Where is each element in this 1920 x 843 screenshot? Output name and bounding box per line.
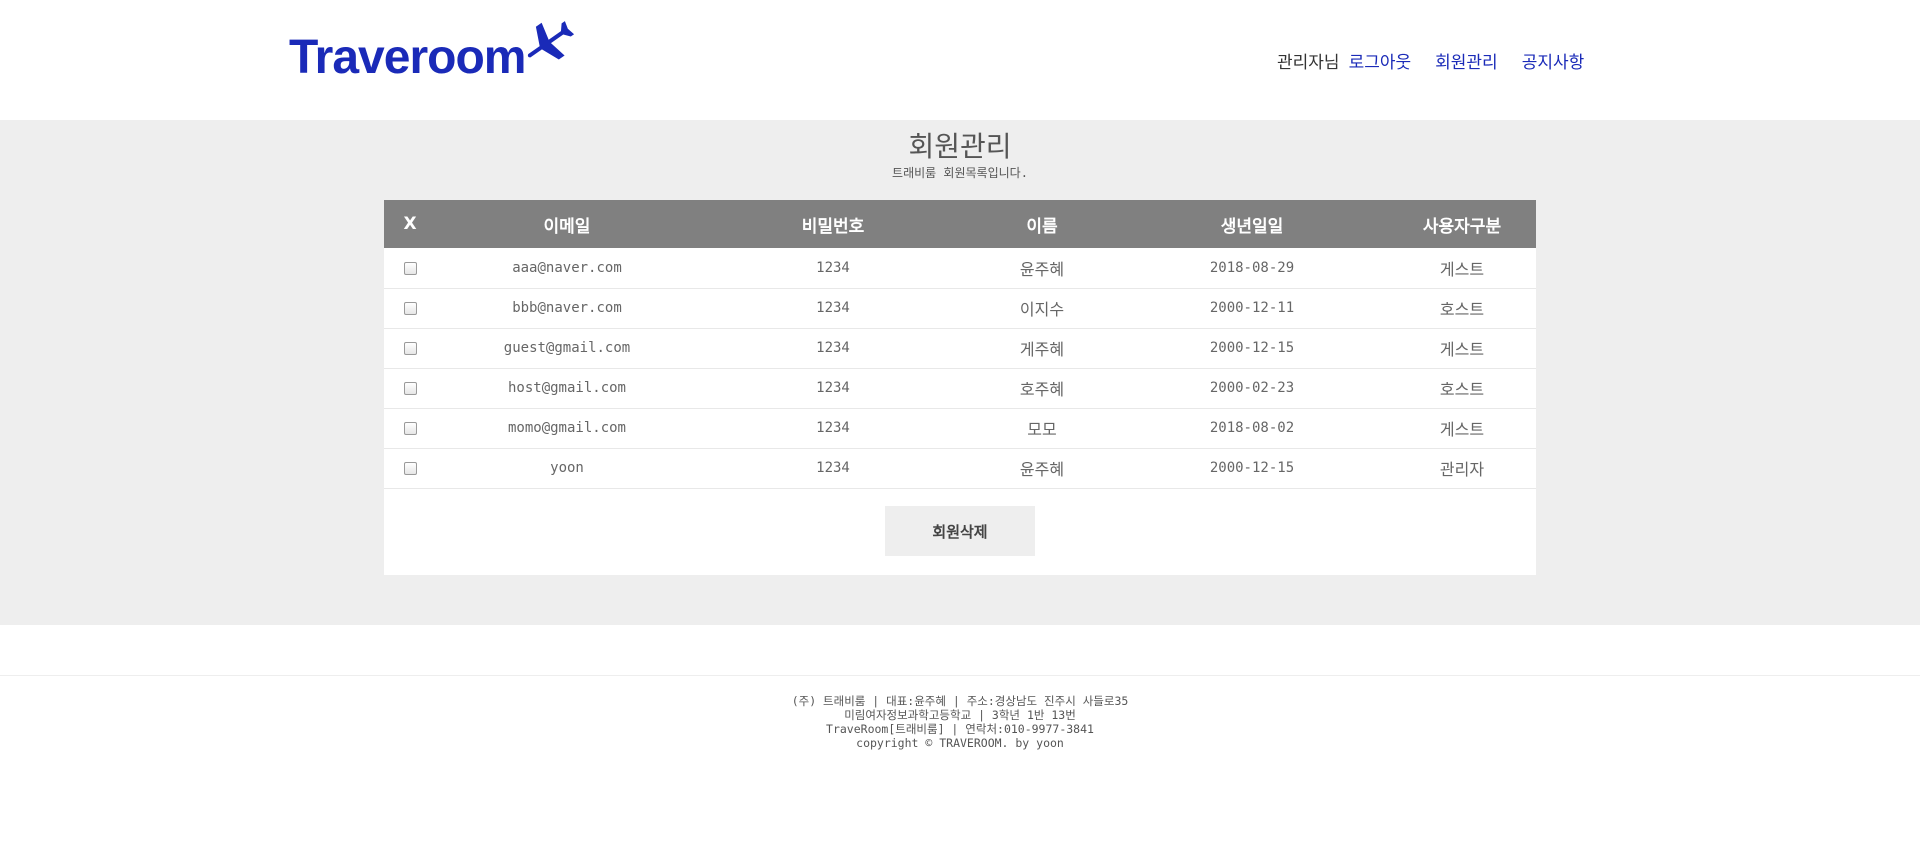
top-nav: 관리자님 로그아웃 회원관리 공지사항 — [1277, 48, 1584, 73]
cell-email: guest@gmail.com — [503, 340, 631, 356]
footer-contact-line: TraveRoom[트래비룸] | 연락처:010-9977-3841 — [826, 722, 1094, 736]
page-title: 회원관리 — [908, 130, 1012, 163]
row-checkbox[interactable] — [403, 462, 417, 475]
footer: (주) 트래비룸 | 대표:윤주혜 | 주소:경상남도 진주시 사들로35 미림… — [0, 694, 1920, 750]
cell-name: 모모 — [1027, 420, 1057, 439]
cell-name: 윤주혜 — [1019, 460, 1065, 479]
col-header-email: 이메일 — [543, 216, 591, 237]
user-label: 관리자님 — [1277, 53, 1340, 73]
row-checkbox[interactable] — [403, 422, 417, 435]
member-panel: X 이메일 비밀번호 이름 생년일일 사용자구분 aaa@naver.com 1… — [384, 200, 1536, 575]
cell-birth: 2000-12-15 — [1209, 460, 1295, 476]
cell-birth: 2000-02-23 — [1209, 380, 1295, 396]
nav-members-link[interactable]: 회원관리 — [1435, 48, 1498, 73]
cell-type: 호스트 — [1439, 380, 1485, 399]
logo-text: Traveroom — [289, 31, 526, 84]
footer-company-line: (주) 트래비룸 | 대표:윤주혜 | 주소:경상남도 진주시 사들로35 — [791, 694, 1129, 708]
col-header-birth: 생년일일 — [1220, 216, 1284, 237]
row-checkbox[interactable] — [403, 302, 417, 315]
table-row: bbb@naver.com 1234 이지수 2000-12-11 호스트 — [384, 288, 1536, 328]
table-row: momo@gmail.com 1234 모모 2018-08-02 게스트 — [384, 408, 1536, 448]
cell-type: 게스트 — [1439, 259, 1485, 279]
delete-member-button[interactable]: 회원삭제 — [885, 506, 1035, 556]
row-checkbox[interactable] — [403, 261, 417, 275]
cell-password: 1234 — [816, 259, 850, 276]
nav-logout-link[interactable]: 로그아웃 — [1349, 48, 1412, 73]
cell-type: 호스트 — [1439, 300, 1485, 319]
cell-birth: 2018-08-02 — [1209, 420, 1295, 436]
cell-email: bbb@naver.com — [512, 300, 622, 316]
table-row: aaa@naver.com 1234 윤주혜 2018-08-29 게스트 — [384, 248, 1536, 288]
table-header-row: X 이메일 비밀번호 이름 생년일일 사용자구분 — [384, 200, 1536, 248]
cell-type: 관리자 — [1439, 460, 1485, 479]
cell-email: momo@gmail.com — [507, 420, 626, 436]
row-checkbox[interactable] — [403, 382, 417, 395]
logo[interactable]: Traveroom — [289, 16, 577, 82]
cell-birth: 2018-08-29 — [1209, 259, 1295, 276]
footer-school-line: 미림여자정보과학고등학교 | 3학년 1반 13번 — [844, 708, 1076, 722]
cell-name: 이지수 — [1019, 300, 1065, 319]
col-header-type: 사용자구분 — [1422, 216, 1502, 237]
col-header-name: 이름 — [1026, 216, 1058, 237]
footer-divider — [0, 675, 1920, 676]
cell-email: aaa@naver.com — [512, 259, 622, 276]
cell-password: 1234 — [816, 460, 850, 476]
cell-name: 게주혜 — [1019, 340, 1065, 359]
footer-copyright-line: copyright © TRAVEROOM. by yoon — [856, 736, 1064, 750]
row-checkbox[interactable] — [403, 342, 417, 355]
cell-birth: 2000-12-15 — [1209, 340, 1295, 356]
airplane-icon — [528, 21, 575, 60]
cell-name: 호주혜 — [1019, 380, 1065, 399]
page-subtitle: 트래비룸 회원목록입니다. — [892, 166, 1028, 180]
cell-email: yoon — [550, 460, 584, 476]
cell-type: 게스트 — [1439, 420, 1485, 439]
col-header-password: 비밀번호 — [801, 216, 865, 237]
nav-notice-link[interactable]: 공지사항 — [1522, 48, 1585, 73]
cell-password: 1234 — [816, 380, 850, 396]
cell-password: 1234 — [816, 420, 850, 436]
member-table: X 이메일 비밀번호 이름 생년일일 사용자구분 aaa@naver.com 1… — [384, 200, 1536, 489]
table-row: host@gmail.com 1234 호주혜 2000-02-23 호스트 — [384, 368, 1536, 408]
col-header-select: X — [403, 214, 417, 234]
cell-password: 1234 — [816, 340, 850, 356]
cell-birth: 2000-12-11 — [1209, 300, 1295, 316]
header: Traveroom 관리자님 로그아웃 회원관리 공지사항 — [0, 0, 1920, 120]
cell-type: 게스트 — [1439, 340, 1485, 359]
table-row: guest@gmail.com 1234 게주혜 2000-12-15 게스트 — [384, 328, 1536, 368]
cell-email: host@gmail.com — [507, 380, 626, 396]
cell-password: 1234 — [816, 300, 850, 316]
cell-name: 윤주혜 — [1019, 259, 1065, 279]
table-row: yoon 1234 윤주혜 2000-12-15 관리자 — [384, 448, 1536, 488]
